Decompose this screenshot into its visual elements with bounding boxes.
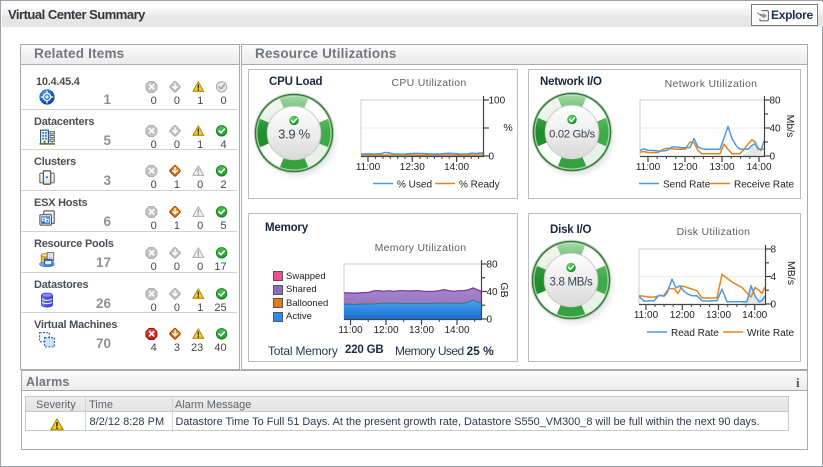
svg-text:14:00: 14:00: [444, 325, 469, 336]
svg-text:Receive Rate: Receive Rate: [734, 179, 794, 190]
svg-text:13:00: 13:00: [409, 325, 434, 336]
svg-text:12:30: 12:30: [400, 162, 425, 173]
svg-text:40: 40: [487, 287, 499, 298]
svg-text:11:00: 11:00: [634, 310, 659, 321]
svg-text:14:00: 14:00: [444, 162, 469, 173]
svg-text:0: 0: [770, 152, 776, 163]
svg-text:0: 0: [771, 300, 777, 311]
svg-text:11:00: 11:00: [636, 162, 661, 173]
svg-text:8: 8: [771, 245, 777, 256]
svg-text:13:00: 13:00: [709, 162, 734, 173]
svg-text:11:00: 11:00: [338, 325, 363, 336]
svg-text:100: 100: [489, 96, 506, 107]
svg-text:Send Rate: Send Rate: [663, 179, 711, 190]
svg-text:4: 4: [771, 272, 777, 283]
svg-text:0: 0: [487, 315, 493, 326]
svg-text:% Ready: % Ready: [459, 179, 500, 190]
svg-text:% Used: % Used: [397, 179, 432, 190]
svg-text:0: 0: [489, 152, 495, 163]
svg-text:Mb/s: Mb/s: [784, 115, 796, 138]
svg-text:3.9 %: 3.9 %: [278, 126, 310, 141]
svg-text:12:00: 12:00: [373, 325, 398, 336]
svg-text:Read Rate: Read Rate: [671, 328, 719, 339]
svg-text:14:00: 14:00: [742, 310, 767, 321]
svg-text:%: %: [503, 122, 512, 134]
svg-text:12:00: 12:00: [672, 162, 697, 173]
svg-text:11:00: 11:00: [356, 162, 381, 173]
svg-text:80: 80: [770, 96, 782, 107]
svg-text:0.02 Gb/s: 0.02 Gb/s: [549, 128, 596, 140]
svg-text:40: 40: [770, 124, 782, 135]
svg-text:14:00: 14:00: [746, 162, 771, 173]
svg-text:80: 80: [487, 260, 499, 271]
svg-text:3.8 MB/s: 3.8 MB/s: [550, 277, 594, 289]
svg-text:12:00: 12:00: [670, 310, 695, 321]
svg-text:GB: GB: [498, 282, 510, 297]
svg-text:Write Rate: Write Rate: [747, 328, 794, 339]
svg-text:13:00: 13:00: [706, 310, 731, 321]
svg-text:MB/s: MB/s: [785, 261, 797, 285]
